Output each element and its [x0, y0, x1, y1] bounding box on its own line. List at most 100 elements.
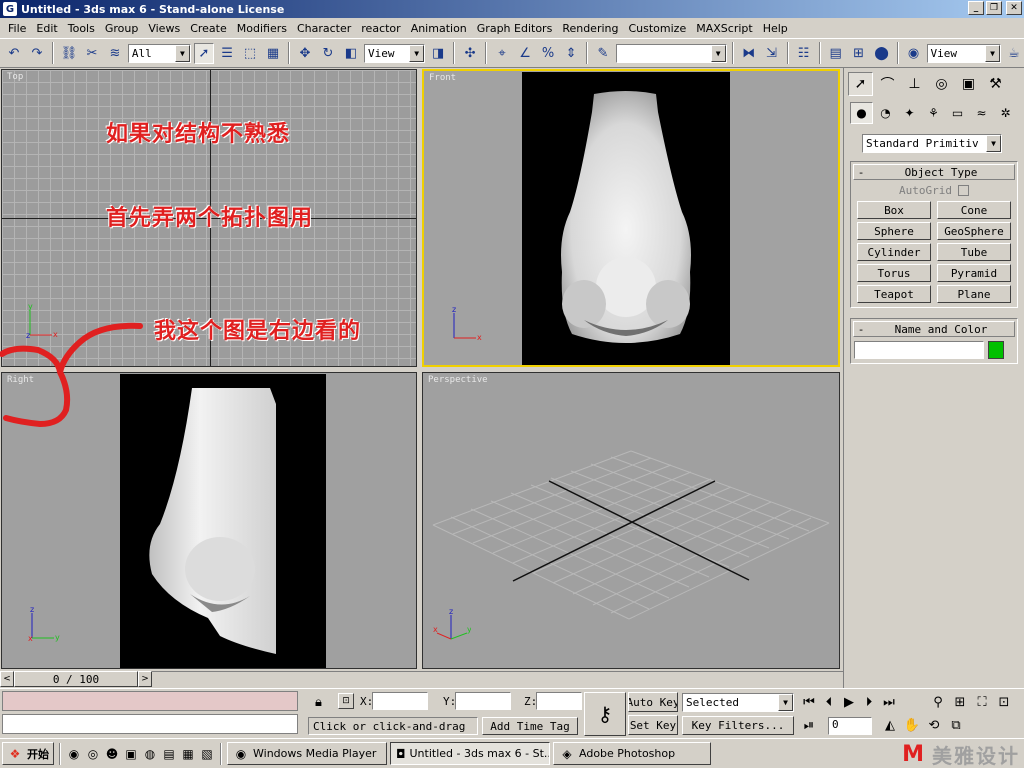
time-slider-thumb[interactable]: 0 / 100 — [14, 671, 138, 687]
key-mode-icon[interactable]: ⏯ — [800, 715, 818, 735]
reference-coordinate-combo[interactable]: View ▼ — [363, 43, 426, 63]
add-time-tag-button[interactable]: Add Time Tag — [482, 717, 578, 735]
schematic-view-icon[interactable]: ⊞ — [849, 43, 869, 64]
undo-icon[interactable]: ↶ — [4, 43, 24, 64]
set-key-button[interactable]: Set Key — [628, 715, 678, 735]
name-color-header[interactable]: - Name and Color — [853, 321, 1015, 337]
key-filters-button[interactable]: Key Filters... — [682, 716, 794, 735]
utilities-tab-icon[interactable]: ⚒ — [983, 72, 1008, 96]
box-button[interactable]: Box — [857, 201, 931, 219]
app-icon[interactable]: G — [3, 2, 17, 16]
zoom-extents-icon[interactable]: ⛶ — [972, 692, 992, 712]
cameras-icon[interactable]: ⚘ — [922, 102, 945, 124]
menu-maxscript[interactable]: MAXScript — [691, 22, 757, 35]
pivot-center-icon[interactable]: ◨ — [428, 43, 448, 64]
torus-button[interactable]: Torus — [857, 264, 931, 282]
menu-animation[interactable]: Animation — [406, 22, 472, 35]
menu-graph-editors[interactable]: Graph Editors — [472, 22, 558, 35]
selection-filter-combo[interactable]: All ▼ — [127, 43, 191, 63]
primitive-category-combo[interactable]: Standard Primitiv ▼ — [862, 134, 1002, 153]
menu-reactor[interactable]: reactor — [356, 22, 405, 35]
lock-selection-icon[interactable]: 🔒︎ — [308, 692, 329, 713]
menu-views[interactable]: Views — [143, 22, 185, 35]
zoom-all-icon[interactable]: ⊞ — [950, 692, 970, 712]
time-track[interactable] — [152, 671, 843, 687]
menu-create[interactable]: Create — [185, 22, 232, 35]
named-selection-combo[interactable]: ▼ — [616, 43, 727, 63]
create-tab-icon[interactable]: ➚ — [848, 72, 873, 96]
taskbar-3dsmax[interactable]: ◘ Untitled - 3ds max 6 - St... — [390, 742, 550, 765]
taskbar-media-player[interactable]: ◉ Windows Media Player — [227, 742, 387, 765]
start-button[interactable]: ❖ 开始 — [2, 742, 54, 765]
geometry-icon[interactable]: ● — [850, 102, 873, 124]
cylinder-button[interactable]: Cylinder — [857, 243, 931, 261]
align-icon[interactable]: ⇲ — [762, 43, 782, 64]
render-view-combo[interactable]: View ▼ — [926, 43, 1001, 63]
zoom-icon[interactable]: ⚲ — [928, 692, 948, 712]
geosphere-button[interactable]: GeoSphere — [937, 222, 1011, 240]
pan-icon[interactable]: ✋ — [902, 715, 922, 735]
chevron-down-icon[interactable]: ▼ — [986, 135, 1001, 152]
helpers-icon[interactable]: ▭ — [946, 102, 969, 124]
autogrid-checkbox[interactable] — [957, 185, 969, 196]
field-of-view-icon[interactable]: ◭ — [880, 715, 900, 735]
object-name-field[interactable] — [854, 341, 984, 359]
mirror-icon[interactable]: ⧓ — [739, 43, 759, 64]
hierarchy-tab-icon[interactable]: ⊥ — [902, 72, 927, 96]
select-and-link-icon[interactable]: ⛓ — [59, 43, 79, 64]
chevron-down-icon[interactable]: ▼ — [710, 44, 726, 62]
tube-button[interactable]: Tube — [937, 243, 1011, 261]
track-view-icon[interactable]: ▤ — [826, 43, 846, 64]
unlink-icon[interactable]: ✂ — [82, 43, 102, 64]
chevron-down-icon[interactable]: ▼ — [985, 44, 1000, 62]
systems-icon[interactable]: ✲ — [994, 102, 1017, 124]
select-object-icon[interactable]: ➚ — [193, 42, 215, 64]
menu-help[interactable]: Help — [758, 22, 793, 35]
chevron-down-icon[interactable]: ▼ — [409, 44, 425, 62]
title-bar[interactable]: G Untitled - 3ds max 6 - Stand-alone Lic… — [0, 0, 1024, 18]
quick-render-icon[interactable]: ☕ — [1004, 43, 1024, 64]
rect-selection-icon[interactable]: ⬚ — [240, 43, 260, 64]
time-next-icon[interactable]: > — [138, 671, 152, 687]
maxscript-listener-mini[interactable] — [2, 691, 298, 711]
taskbar-photoshop[interactable]: ◈ Adobe Photoshop — [553, 742, 711, 765]
space-warps-icon[interactable]: ≈ — [970, 102, 993, 124]
play-icon[interactable]: ▶ — [840, 692, 858, 712]
plane-button[interactable]: Plane — [937, 285, 1011, 303]
material-editor-icon[interactable]: ⬤ — [872, 43, 892, 64]
cone-button[interactable]: Cone — [937, 201, 1011, 219]
document-quicklaunch-icon[interactable]: ▧ — [199, 746, 215, 762]
go-to-end-icon[interactable]: ⏭ — [880, 692, 898, 712]
scale-icon[interactable]: ◧ — [341, 43, 361, 64]
close-button[interactable]: ✕ — [1006, 1, 1022, 15]
next-frame-icon[interactable]: ⏵ — [860, 692, 878, 712]
current-frame-field[interactable]: 0 — [828, 717, 872, 735]
object-type-header[interactable]: - Object Type — [853, 164, 1015, 180]
previous-frame-icon[interactable]: ⏴ — [820, 692, 838, 712]
viewport-label-front[interactable]: Front — [429, 73, 456, 83]
chat-quicklaunch-icon[interactable]: ☻ — [104, 746, 120, 762]
set-key-icon[interactable]: ⚷ — [584, 692, 626, 736]
rotate-icon[interactable]: ↻ — [318, 43, 338, 64]
angle-snap-icon[interactable]: ∠ — [515, 43, 535, 64]
z-coord-field[interactable] — [536, 692, 582, 710]
menu-modifiers[interactable]: Modifiers — [232, 22, 292, 35]
redo-icon[interactable]: ↷ — [27, 43, 47, 64]
chevron-down-icon[interactable]: ▼ — [174, 44, 190, 62]
time-prev-icon[interactable]: < — [0, 671, 14, 687]
render-scene-icon[interactable]: ◉ — [904, 43, 924, 64]
min-max-toggle-icon[interactable]: ⧉ — [946, 715, 966, 735]
object-color-swatch[interactable] — [988, 341, 1004, 359]
maximize-button[interactable]: ❐ — [986, 1, 1002, 15]
spinner-snap-icon[interactable]: ⇕ — [561, 43, 581, 64]
teapot-button[interactable]: Teapot — [857, 285, 931, 303]
lights-icon[interactable]: ✦ — [898, 102, 921, 124]
bind-space-warp-icon[interactable]: ≋ — [105, 43, 125, 64]
x-coord-field[interactable] — [372, 692, 428, 710]
sphere-button[interactable]: Sphere — [857, 222, 931, 240]
select-by-name-icon[interactable]: ☰ — [217, 43, 237, 64]
browser-quicklaunch-icon[interactable]: ◍ — [142, 746, 158, 762]
zoom-extents-all-icon[interactable]: ⊡ — [994, 692, 1014, 712]
window-crossing-icon[interactable]: ▦ — [263, 43, 283, 64]
menu-file[interactable]: File — [3, 22, 31, 35]
